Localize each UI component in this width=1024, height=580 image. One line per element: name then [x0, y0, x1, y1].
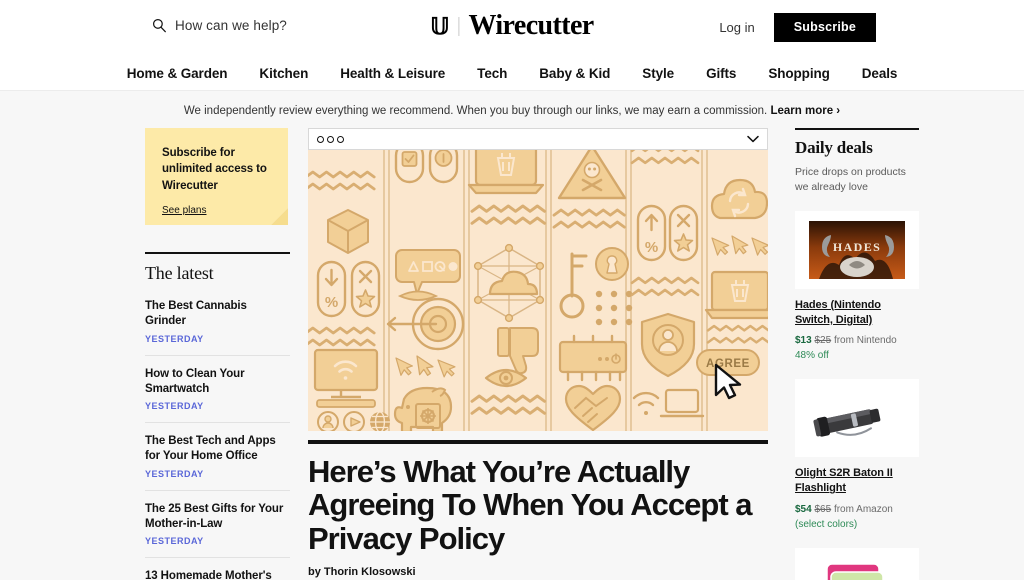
deal-price: $13 $25 from Nintendo [795, 333, 919, 348]
list-item[interactable]: 13 Homemade Mother's Day Gift Ideas From… [145, 558, 290, 580]
latest-item-title: How to Clean Your Smartwatch [145, 367, 245, 395]
login-link[interactable]: Log in [719, 20, 754, 35]
svg-text:%: % [325, 294, 338, 311]
learn-more-link[interactable]: Learn more › [770, 105, 840, 117]
list-item[interactable]: Olight S2R Baton II Flashlight $54 $65 f… [795, 379, 919, 531]
deal-thumbnail[interactable] [795, 547, 919, 580]
site-logo[interactable]: 𝕌 Wirecutter [430, 10, 594, 41]
window-dot-icon [327, 135, 334, 143]
masthead-account-actions: Log in Subscribe [719, 13, 876, 42]
nav-item-tech[interactable]: Tech [461, 66, 523, 81]
privacy-icon-collage: % % AGREE [308, 150, 768, 431]
deal-price-original: $25 [814, 335, 832, 347]
article-byline: by Thorin Klosowski [308, 566, 416, 579]
article-main: % % AGREE Here’s What You’re Actually Ag… [308, 128, 768, 578]
deals-heading: Daily deals [795, 138, 873, 157]
search-icon [152, 18, 167, 33]
article-hero-illustration: % % AGREE [308, 150, 768, 431]
deal-note: 48% off [795, 350, 829, 362]
search-trigger[interactable]: How can we help? [152, 18, 287, 33]
window-dot-icon [317, 135, 324, 143]
silicone-storage-bags-icon [805, 553, 909, 580]
latest-item-date: YESTERDAY [145, 468, 204, 479]
subscribe-button[interactable]: Subscribe [773, 13, 876, 42]
nav-item-style[interactable]: Style [626, 66, 690, 81]
subscribe-promo-card[interactable]: Subscribe for unlimited access to Wirecu… [145, 128, 288, 225]
page-title: Here’s What You’re Actually Agreeing To … [308, 454, 753, 556]
latest-item-title: The 25 Best Gifts for Your Mother-in-Law [145, 502, 284, 530]
search-input[interactable]: How can we help? [175, 18, 287, 33]
deal-price-current: $13 [795, 335, 812, 347]
latest-section: The latest The Best Cannabis Grinder YES… [145, 252, 290, 580]
deal-note: (select colors) [795, 518, 858, 530]
masthead-top-row: How can we help? 𝕌 Wirecutter Log in Sub… [0, 0, 1024, 56]
disclosure-text: We independently review everything we re… [183, 105, 768, 117]
latest-item-title: The Best Tech and Apps for Your Home Off… [145, 435, 276, 463]
daily-deals-sidebar: Daily deals Price drops on products we a… [795, 128, 919, 580]
latest-item-title: 13 Homemade Mother's Day Gift Ideas From… [145, 570, 272, 580]
subscribe-promo-title: Subscribe for unlimited access to Wirecu… [162, 147, 267, 192]
latest-item-date: YESTERDAY [145, 536, 204, 547]
window-dot-icon [337, 135, 344, 143]
page-body: Subscribe for unlimited access to Wirecu… [0, 128, 1024, 580]
list-item[interactable] [795, 547, 919, 580]
nav-item-health-leisure[interactable]: Health & Leisure [324, 66, 461, 81]
svg-text:HADES: HADES [833, 240, 881, 254]
deal-price: $54 $65 from Amazon [795, 502, 919, 517]
list-item[interactable]: The Best Tech and Apps for Your Home Off… [145, 423, 290, 479]
svg-text:%: % [645, 239, 658, 256]
affiliate-disclosure: We independently review everything we re… [0, 91, 1024, 128]
latest-heading: The latest [145, 263, 214, 283]
left-sidebar: Subscribe for unlimited access to Wirecu… [145, 128, 290, 580]
deal-source: from Amazon [833, 503, 893, 515]
deals-subheading: Price drops on products we already love [795, 166, 906, 193]
list-item[interactable]: HADES Hades (Nintendo Switch, Digital) $… [795, 210, 919, 363]
latest-item-date: YESTERDAY [145, 333, 204, 344]
chevron-down-icon[interactable] [747, 130, 759, 148]
list-item[interactable]: The 25 Best Gifts for Your Mother-in-Law… [145, 491, 290, 547]
list-item[interactable]: The Best Cannabis Grinder YESTERDAY [145, 288, 290, 344]
deal-price-original: $65 [814, 503, 832, 515]
site-header: How can we help? 𝕌 Wirecutter Log in Sub… [0, 0, 1024, 91]
nav-item-baby-kid[interactable]: Baby & Kid [523, 66, 626, 81]
flashlight-photo-icon [805, 390, 909, 447]
svg-text:AGREE: AGREE [706, 358, 750, 370]
deal-source: from Nintendo [833, 335, 897, 347]
agree-button: AGREE [696, 349, 760, 376]
sticky-corner-fold [271, 208, 288, 225]
primary-nav: Home & Garden Kitchen Health & Leisure T… [0, 56, 1024, 91]
nav-item-gifts[interactable]: Gifts [690, 66, 752, 81]
logo-divider [458, 16, 460, 36]
nav-item-home-garden[interactable]: Home & Garden [111, 66, 244, 81]
nav-item-deals[interactable]: Deals [846, 66, 914, 81]
illustration-browser-bar [308, 128, 768, 150]
deal-thumbnail[interactable] [795, 379, 919, 458]
nav-item-kitchen[interactable]: Kitchen [243, 66, 324, 81]
deal-thumbnail[interactable]: HADES [795, 210, 919, 289]
latest-item-date: YESTERDAY [145, 401, 204, 412]
nyt-t-icon: 𝕌 [430, 13, 450, 39]
list-item[interactable]: How to Clean Your Smartwatch YESTERDAY [145, 356, 290, 412]
nav-item-shopping[interactable]: Shopping [752, 66, 845, 81]
hades-game-art-icon: HADES [809, 220, 905, 279]
deal-price-current: $54 [795, 503, 812, 515]
latest-item-title: The Best Cannabis Grinder [145, 300, 247, 328]
see-plans-link[interactable]: See plans [162, 205, 206, 216]
deal-title[interactable]: Olight S2R Baton II Flashlight [795, 466, 919, 496]
deal-title[interactable]: Hades (Nintendo Switch, Digital) [795, 298, 919, 328]
wirecutter-wordmark: Wirecutter [468, 10, 594, 41]
window-dots [317, 135, 344, 143]
